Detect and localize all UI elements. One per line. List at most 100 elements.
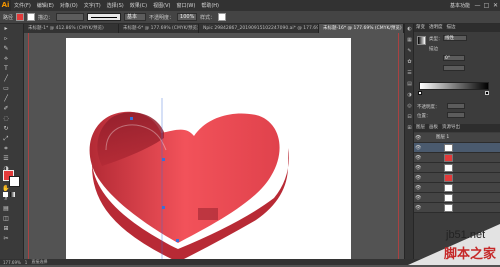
layer-row[interactable]: 👁 图层 1 (414, 133, 500, 143)
opacity-field[interactable]: 100% (177, 13, 198, 21)
tab-document-6[interactable]: 未标题-6* @ 177.69% (CMYK/预览) (119, 24, 199, 33)
menu-type[interactable]: 文字(T) (81, 2, 104, 9)
stroke-label: 描边： (38, 14, 54, 21)
layer-row[interactable]: 👁 (414, 163, 500, 173)
graphic-style-swatch[interactable] (218, 13, 227, 21)
minimize-icon[interactable]: — (473, 0, 482, 11)
stroke-color-well[interactable] (9, 176, 20, 187)
menu-effect[interactable]: 效果(C) (127, 2, 150, 9)
anchor-point (130, 117, 133, 120)
transparency-panel-icon[interactable]: ◑ (405, 90, 414, 101)
visibility-eye-icon[interactable]: 👁 (415, 175, 421, 181)
tool-button[interactable]: ╱ (0, 94, 12, 104)
menu-edit[interactable]: 编辑(E) (34, 2, 57, 9)
artboard[interactable] (66, 38, 351, 262)
watermark-site-name: 脚本之家 (444, 246, 497, 262)
tool-button[interactable]: ╱ (0, 74, 12, 84)
menu-object[interactable]: 对象(O) (57, 2, 81, 9)
tab-artboards[interactable]: 画板 (427, 124, 440, 132)
tool-button[interactable]: ✐ (0, 104, 12, 114)
tool-button[interactable]: ▹ (0, 34, 12, 44)
layer-thumbnail (444, 164, 453, 172)
gradient-angle-field[interactable]: 0° (443, 55, 465, 61)
guide-vertical-left[interactable] (28, 33, 29, 259)
menu-help[interactable]: 帮助(H) (198, 2, 222, 9)
zoom-level[interactable]: 177.69% (3, 260, 21, 265)
gradient-slider[interactable] (419, 82, 489, 90)
tool-button[interactable]: ▤ (0, 204, 12, 214)
appearance-panel-icon[interactable]: ◎ (405, 101, 414, 112)
tab-layers[interactable]: 图层 (414, 124, 427, 132)
close-icon[interactable]: ✕ (491, 0, 500, 11)
gradient-location-field[interactable] (447, 112, 465, 118)
tool-button[interactable]: ✂ (0, 234, 12, 244)
menu-view[interactable]: 视图(V) (150, 2, 173, 9)
gradient-stop-left[interactable] (418, 91, 422, 95)
tool-button[interactable]: ◫ (0, 214, 12, 224)
tab-document-16[interactable]: 未标题-16* @ 177.69% (CMYK/预览) (319, 24, 404, 33)
tool-button[interactable]: ⊞ (0, 224, 12, 234)
tool-button[interactable]: ☰ (0, 154, 12, 164)
tab-stroke[interactable]: 描边 (445, 24, 458, 32)
workspace-switcher[interactable]: 基本功能 (447, 2, 473, 9)
layer-name: 图层 1 (436, 135, 450, 140)
maximize-icon[interactable]: □ (482, 0, 491, 11)
tool-button[interactable]: ⌗ (0, 144, 12, 154)
tool-button[interactable]: ✎ (0, 44, 12, 54)
gradient-panel-icon[interactable]: ▤ (405, 79, 414, 90)
menu-window[interactable]: 窗口(W) (173, 2, 198, 9)
layer-row[interactable]: 👁 (414, 183, 500, 193)
tool-button[interactable]: ⟡ (0, 54, 12, 64)
menu-file[interactable]: 文件(F) (11, 2, 34, 9)
visibility-eye-icon[interactable]: 👁 (415, 165, 421, 171)
gradient-aspect-field[interactable] (443, 65, 465, 71)
layer-row[interactable]: 👁 (414, 203, 500, 213)
artboard-number[interactable]: 1 (25, 260, 28, 265)
tool-button[interactable]: T (0, 64, 12, 74)
tool-button[interactable]: ◌ (0, 114, 12, 124)
stroke-profile-preview[interactable] (87, 13, 122, 21)
tool-button[interactable]: ▸ (0, 24, 12, 34)
swatches-panel-icon[interactable]: ▦ (405, 35, 414, 46)
align-panel-icon[interactable]: ⊟ (405, 112, 414, 123)
control-bar: 路径 描边： 基本 不透明度： 100% 样式： (0, 11, 500, 24)
menu-select[interactable]: 选择(S) (104, 2, 127, 9)
tool-button[interactable]: ↻ (0, 124, 12, 134)
tab-gradient[interactable]: 渐变 (414, 24, 427, 32)
fill-swatch[interactable] (16, 13, 25, 21)
gradient-opacity-field[interactable] (447, 103, 465, 109)
visibility-eye-icon[interactable]: 👁 (415, 205, 421, 211)
app-logo: Ai (0, 0, 11, 11)
layer-row[interactable]: 👁 (414, 173, 500, 183)
brush-panel-icon[interactable]: ✎ (405, 46, 414, 57)
visibility-eye-icon[interactable]: 👁 (415, 135, 421, 141)
gradient-type-select[interactable]: 线性 (443, 35, 467, 41)
tool-button[interactable]: ⤢ (0, 134, 12, 144)
symbols-panel-icon[interactable]: ✿ (405, 57, 414, 68)
visibility-eye-icon[interactable]: 👁 (415, 185, 421, 191)
visibility-eye-icon[interactable]: 👁 (415, 145, 421, 151)
brush-style-field[interactable]: 基本 (124, 13, 147, 21)
stroke-weight-field[interactable] (56, 13, 85, 21)
pathfinder-panel-icon[interactable]: ⊞ (405, 123, 414, 134)
color-panel-icon[interactable]: ◐ (405, 24, 414, 35)
tab-document-npic[interactable]: Npic 29842867_20190915102247090.ai* @ 17… (199, 24, 319, 33)
tool-button[interactable]: ▭ (0, 84, 12, 94)
heart-artwork[interactable] (66, 38, 351, 262)
tool-panel: ▸▹✎⟡T╱▭╱✐◌↻⤢⌗☰◑✎✋⌕▤◫⊞✂ (0, 24, 24, 259)
canvas-area[interactable] (24, 33, 404, 262)
tab-asset-export[interactable]: 资源导出 (440, 124, 462, 132)
layer-row[interactable]: 👁 (414, 143, 500, 153)
visibility-eye-icon[interactable]: 👁 (415, 195, 421, 201)
tab-document-1[interactable]: 未标题-1* @ 412.86% (CMYK/预览) (24, 24, 119, 33)
color-mode-icon[interactable] (3, 192, 8, 197)
layer-row[interactable]: 👁 (414, 153, 500, 163)
visibility-eye-icon[interactable]: 👁 (415, 155, 421, 161)
gradient-thumbnail[interactable] (417, 36, 426, 45)
gradient-mode-icon[interactable] (10, 192, 15, 197)
gradient-stop-right[interactable] (485, 91, 489, 95)
layer-row[interactable]: 👁 (414, 193, 500, 203)
stroke-panel-icon[interactable]: ☰ (405, 68, 414, 79)
tab-transparency[interactable]: 透明度 (427, 24, 445, 32)
stroke-swatch[interactable] (27, 13, 36, 21)
